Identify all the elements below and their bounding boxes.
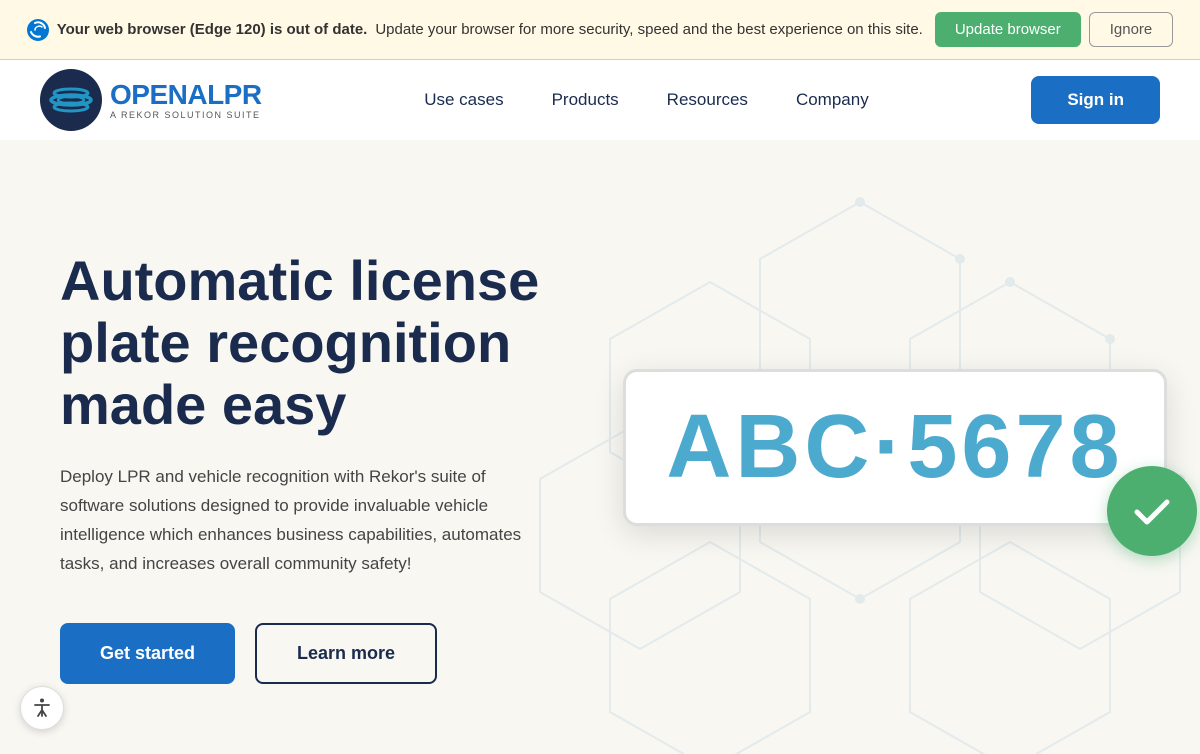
logo-icon xyxy=(40,69,102,131)
check-badge xyxy=(1107,466,1197,556)
nav-company[interactable]: Company xyxy=(796,90,869,110)
ignore-button[interactable]: Ignore xyxy=(1089,12,1174,47)
logo-text: OPENALPR A REKOR SOLUTION SUITE xyxy=(110,81,262,120)
plate-container: ABC·5678 xyxy=(623,369,1166,526)
hero-content: Automatic license plate recognition made… xyxy=(60,250,580,683)
learn-more-button[interactable]: Learn more xyxy=(255,623,437,684)
edge-icon xyxy=(27,19,49,41)
nav-links: Use cases Products Resources Company xyxy=(424,90,869,110)
navbar: OPENALPR A REKOR SOLUTION SUITE Use case… xyxy=(0,60,1200,140)
license-plate: ABC·5678 xyxy=(623,369,1166,526)
banner-bold-text: Your web browser (Edge 120) is out of da… xyxy=(57,21,368,38)
get-started-button[interactable]: Get started xyxy=(60,623,235,684)
logo-name: OPENALPR xyxy=(110,81,262,109)
banner-rest-text: Update your browser for more security, s… xyxy=(375,21,923,38)
nav-resources[interactable]: Resources xyxy=(667,90,748,110)
sign-in-button[interactable]: Sign in xyxy=(1031,76,1160,124)
accessibility-icon xyxy=(30,696,54,720)
hero-title: Automatic license plate recognition made… xyxy=(60,250,580,435)
license-plate-visual: ABC·5678 xyxy=(630,307,1160,587)
hero-buttons: Get started Learn more xyxy=(60,623,580,684)
banner-buttons: Update browser Ignore xyxy=(935,12,1173,47)
update-browser-button[interactable]: Update browser xyxy=(935,12,1081,47)
checkmark-icon xyxy=(1127,486,1177,536)
accessibility-button[interactable] xyxy=(20,686,64,730)
logo-subtitle: A REKOR SOLUTION SUITE xyxy=(110,111,262,120)
hero-section: Automatic license plate recognition made… xyxy=(0,140,1200,754)
banner-message: Your web browser (Edge 120) is out of da… xyxy=(27,19,923,41)
browser-update-banner: Your web browser (Edge 120) is out of da… xyxy=(0,0,1200,60)
nav-products[interactable]: Products xyxy=(552,90,619,110)
nav-use-cases[interactable]: Use cases xyxy=(424,90,503,110)
hero-subtitle: Deploy LPR and vehicle recognition with … xyxy=(60,463,540,579)
plate-number: ABC·5678 xyxy=(666,396,1123,499)
logo[interactable]: OPENALPR A REKOR SOLUTION SUITE xyxy=(40,69,262,131)
